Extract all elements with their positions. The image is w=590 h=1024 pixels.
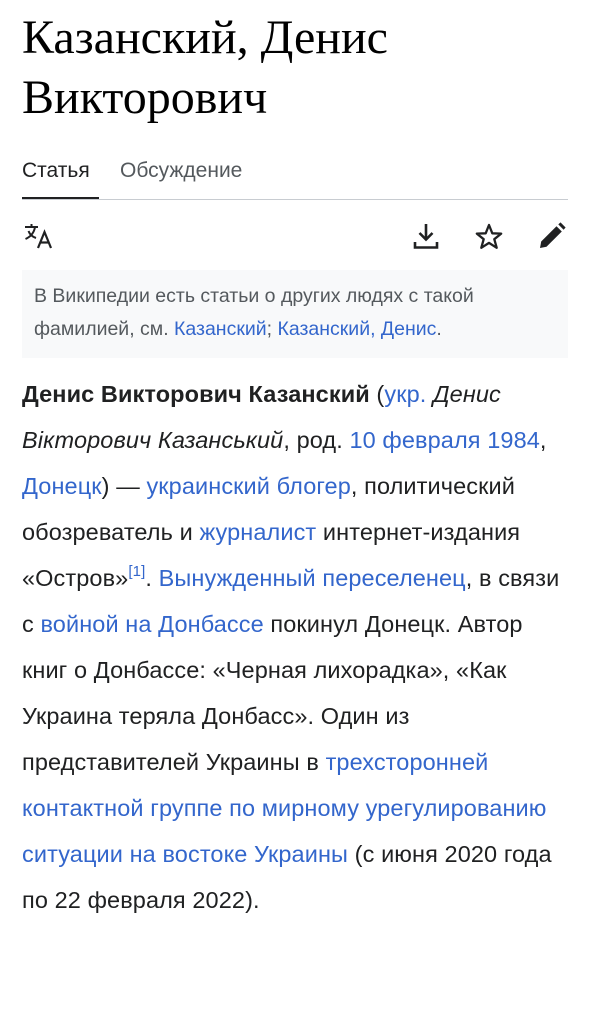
text-fragment: ( bbox=[369, 381, 385, 407]
link-journalist[interactable]: журналист bbox=[199, 519, 316, 545]
disambiguation-hatnote: В Википедии есть статьи о других людях с… bbox=[22, 270, 568, 358]
download-icon[interactable] bbox=[409, 216, 443, 256]
tab-article[interactable]: Статья bbox=[22, 154, 90, 188]
text-fragment: , bbox=[539, 427, 547, 453]
tab-discussion[interactable]: Обсуждение bbox=[120, 154, 242, 188]
link-ukrainian-blogger[interactable]: украинский блогер bbox=[146, 473, 350, 499]
tabs-divider bbox=[22, 199, 568, 200]
article-page: Казанский, Денис Викторович Статья Обсуж… bbox=[0, 0, 590, 1024]
text-fragment: , род. bbox=[283, 427, 350, 453]
hatnote-end: . bbox=[436, 318, 442, 340]
page-actions-toolbar bbox=[22, 216, 568, 256]
subject-name: Денис Викторович Казанский bbox=[22, 381, 370, 407]
text-fragment: . bbox=[145, 565, 159, 591]
language-icon[interactable] bbox=[22, 216, 56, 256]
link-displaced-person[interactable]: Вынужденный переселенец bbox=[159, 565, 466, 591]
link-birth-date[interactable]: 10 февраля 1984 bbox=[349, 427, 539, 453]
page-tabs: Статья Обсуждение bbox=[22, 154, 568, 200]
hatnote-link-kazansky-denis[interactable]: Казанский, Денис bbox=[277, 318, 436, 340]
link-birth-place[interactable]: Донецк bbox=[22, 473, 102, 499]
edit-icon[interactable] bbox=[535, 216, 569, 256]
text-fragment: ) — bbox=[101, 473, 147, 499]
page-title: Казанский, Денис Викторович bbox=[22, 11, 388, 124]
link-war-in-donbas[interactable]: войной на Донбассе bbox=[40, 611, 263, 637]
hatnote-link-kazansky[interactable]: Казанский bbox=[174, 318, 267, 340]
star-icon[interactable] bbox=[472, 216, 506, 256]
article-lead-paragraph: Денис Викторович Казанский (укр. Денис В… bbox=[22, 371, 572, 923]
hatnote-separator: ; bbox=[266, 318, 278, 340]
reference-link-1[interactable]: [1] bbox=[128, 563, 145, 580]
link-ukrainian-language[interactable]: укр. bbox=[384, 381, 426, 407]
